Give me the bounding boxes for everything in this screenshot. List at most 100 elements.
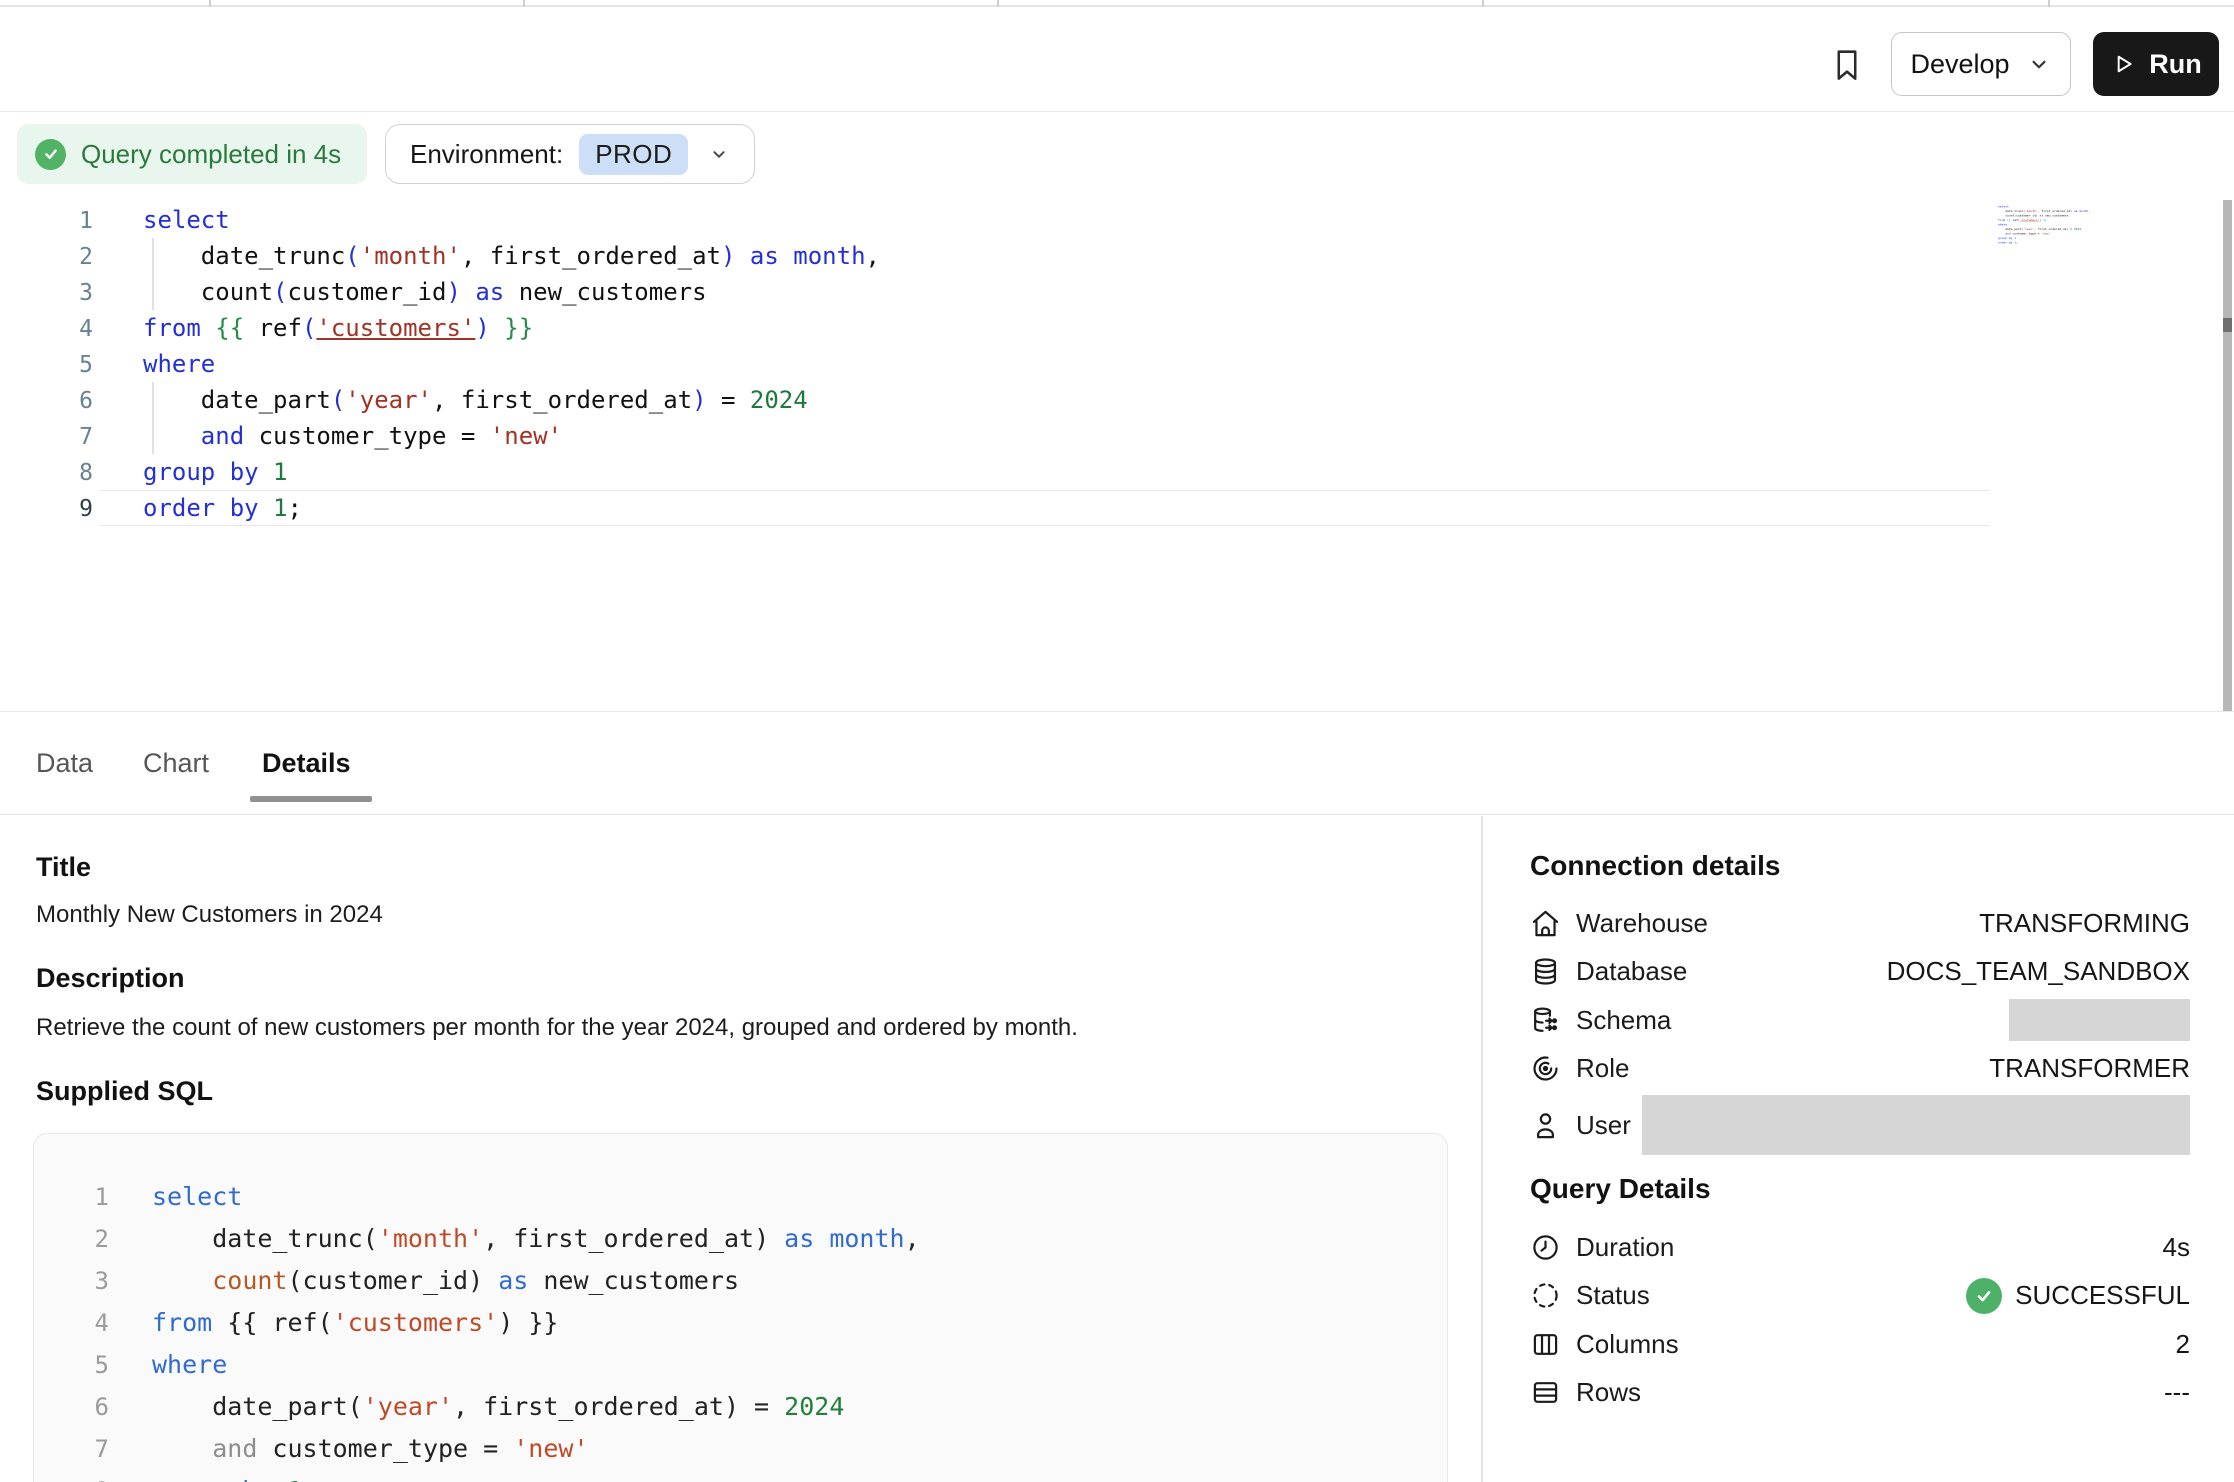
tab-divider (209, 0, 211, 7)
detail-label: Rows (1576, 1377, 1641, 1408)
code-line: 8group by 1 (0, 454, 1990, 490)
line-number: 6 (0, 383, 93, 419)
minimap-code: select date_trunc('month', first_ordered… (1998, 204, 2102, 245)
rows-icon (1530, 1377, 1561, 1408)
detail-value: --- (2164, 1377, 2190, 1408)
code-line: order by 1; (1998, 240, 2102, 245)
line-number: 3 (0, 275, 93, 311)
status-value: SUCCESSFUL (1966, 1278, 2190, 1314)
code-line: 4from {{ ref('customers') }} (34, 1302, 1447, 1344)
query-status-text: Query completed in 4s (81, 139, 341, 170)
description-heading: Description (36, 963, 1448, 994)
tab-divider (2048, 0, 2050, 7)
code-line: 7 and customer_type = 'new' (34, 1428, 1447, 1470)
line-number: 8 (0, 455, 93, 491)
duration-icon (1530, 1232, 1561, 1263)
line-number: 7 (0, 419, 93, 455)
line-number: 6 (34, 1386, 109, 1428)
detail-label: Columns (1576, 1329, 1679, 1360)
results-tab-bar: Data Chart Details (0, 711, 2234, 815)
detail-row-role: Role TRANSFORMER (1530, 1045, 2190, 1094)
run-button[interactable]: Run (2093, 32, 2219, 96)
code-line: 2 date_trunc('month', first_ordered_at) … (34, 1218, 1447, 1260)
user-icon (1530, 1110, 1561, 1141)
detail-label: User (1576, 1110, 1631, 1141)
environment-value-pill: PROD (579, 134, 688, 175)
role-icon (1530, 1053, 1561, 1084)
code-line: 5where (34, 1344, 1447, 1386)
line-number: 4 (0, 311, 93, 347)
chevron-down-icon (708, 143, 730, 165)
code-line: 9order by 1; (0, 490, 1990, 526)
line-number: 1 (34, 1176, 109, 1218)
detail-row-status: Status SUCCESSFUL (1530, 1272, 2190, 1321)
code-line: 7 and customer_type = 'new' (0, 418, 1990, 454)
model-ref-link[interactable]: 'customers' (316, 314, 475, 342)
editor-code[interactable]: 1select2 date_trunc('month', first_order… (0, 202, 1990, 526)
toolbar: Develop Run (0, 9, 2234, 112)
columns-icon (1530, 1329, 1561, 1360)
detail-row-schema: Schema (1530, 996, 2190, 1045)
detail-value: 2 (2176, 1329, 2190, 1360)
detail-label: Duration (1576, 1232, 1674, 1263)
description-value: Retrieve the count of new customers per … (36, 1014, 1448, 1042)
detail-value: TRANSFORMER (1989, 1053, 2190, 1084)
sql-editor[interactable]: 1select2 date_trunc('month', first_order… (0, 202, 1990, 526)
editor-minimap[interactable]: select date_trunc('month', first_ordered… (1998, 204, 2102, 268)
detail-label: Schema (1576, 1005, 1671, 1036)
indent-guide (152, 382, 154, 454)
supplied-sql-block: 1select2 date_trunc('month', first_order… (33, 1133, 1448, 1482)
code-line: 1select (34, 1176, 1447, 1218)
model-ref-link[interactable]: 'customers' (2020, 218, 2040, 222)
line-number: 2 (0, 239, 93, 275)
redacted-value (1642, 1095, 2190, 1155)
scrollbar-thumb[interactable] (2223, 318, 2232, 332)
schema-icon (1530, 1005, 1561, 1036)
detail-row-rows: Rows --- (1530, 1369, 2190, 1418)
title-heading: Title (36, 852, 1448, 883)
code-line: 1select (0, 202, 1990, 238)
run-label: Run (2149, 49, 2201, 80)
scrollbar[interactable] (2223, 200, 2232, 733)
line-number: 2 (34, 1218, 109, 1260)
tab-divider (1482, 0, 1484, 7)
line-number: 9 (0, 491, 93, 527)
environment-dropdown[interactable]: Environment: PROD (385, 124, 755, 184)
status-icon (1530, 1280, 1561, 1311)
detail-row-columns: Columns 2 (1530, 1320, 2190, 1369)
detail-value: SUCCESSFUL (2015, 1280, 2190, 1311)
code-line: 3 count(customer_id) as new_customers (0, 274, 1990, 310)
tab-data[interactable]: Data (36, 712, 93, 814)
detail-label: Database (1576, 956, 1687, 987)
success-check-icon (1966, 1278, 2002, 1314)
query-status-badge: Query completed in 4s (17, 124, 367, 184)
code-line: 4from {{ ref('customers') }} (0, 310, 1990, 346)
code-line: 6 date_part('year', first_ordered_at) = … (0, 382, 1990, 418)
detail-value: DOCS_TEAM_SANDBOX (1887, 956, 2190, 987)
tab-divider (997, 0, 999, 7)
detail-value: TRANSFORMING (1979, 908, 2190, 939)
tab-chart[interactable]: Chart (143, 712, 209, 814)
develop-label: Develop (1910, 49, 2009, 80)
code-line: 3 count(customer_id) as new_customers (34, 1260, 1447, 1302)
line-number: 8 (34, 1470, 109, 1482)
develop-dropdown[interactable]: Develop (1891, 32, 2071, 96)
panel-divider (1481, 816, 1483, 1482)
app-window: Develop Run Query completed in 4s Enviro… (0, 0, 2234, 1482)
indent-guide (152, 238, 154, 310)
line-number: 5 (0, 347, 93, 383)
check-icon (35, 139, 66, 170)
detail-label: Status (1576, 1280, 1650, 1311)
details-panel: Title Monthly New Customers in 2024 Desc… (36, 815, 1448, 1482)
detail-label: Warehouse (1576, 908, 1708, 939)
bookmark-button[interactable] (1828, 39, 1868, 91)
browser-tab-strip (0, 0, 2234, 7)
detail-label: Role (1576, 1053, 1629, 1084)
code-line: 2 date_trunc('month', first_ordered_at) … (0, 238, 1990, 274)
warehouse-icon (1530, 908, 1561, 939)
connection-details-heading: Connection details (1530, 850, 2190, 882)
tab-divider (523, 0, 525, 7)
detail-value: 4s (2163, 1232, 2190, 1263)
chevron-down-icon (2026, 51, 2052, 77)
code-line: 5where (0, 346, 1990, 382)
